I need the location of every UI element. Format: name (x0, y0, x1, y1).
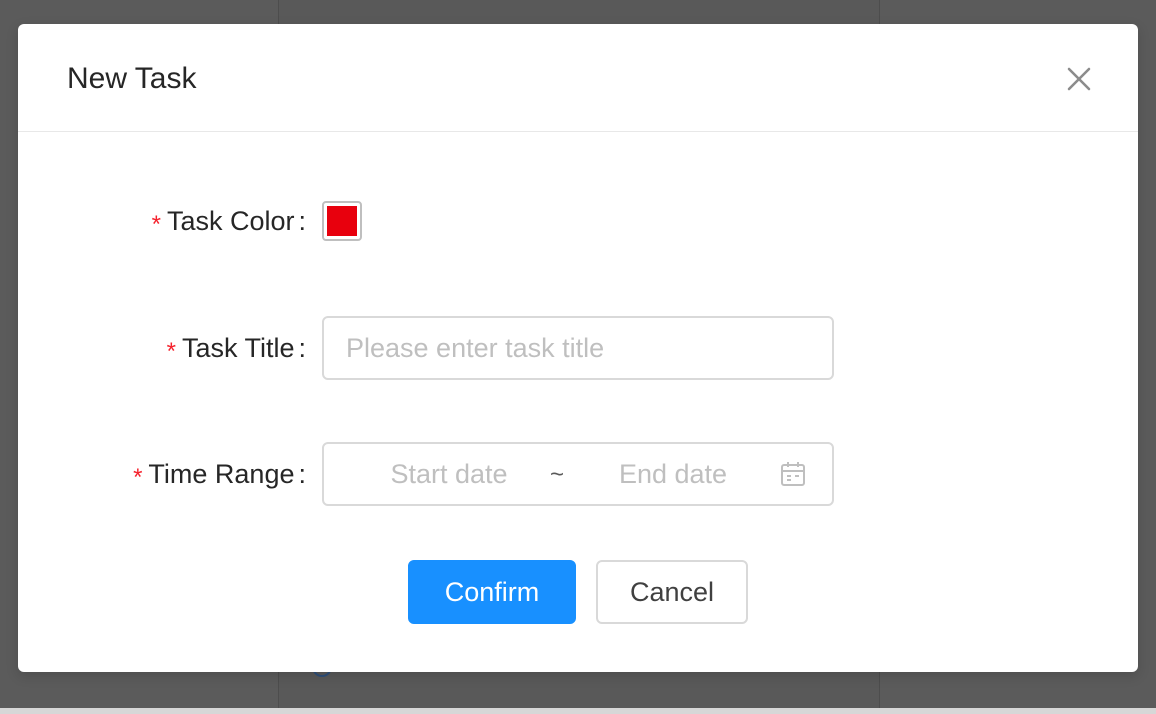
time-range-label-text: Time Range (148, 459, 295, 489)
task-color-swatch (327, 206, 357, 236)
new-task-modal: New Task *Task Color: *Task Title: *Time… (18, 24, 1138, 672)
end-date-input[interactable]: End date (588, 444, 758, 504)
background-bottom-bar (0, 708, 1156, 714)
start-date-input[interactable]: Start date (364, 444, 534, 504)
modal-header: New Task (18, 24, 1138, 132)
required-mark: * (166, 338, 176, 365)
task-title-input[interactable] (322, 316, 834, 380)
label-colon: : (298, 333, 306, 363)
required-mark: * (133, 464, 143, 491)
required-mark: * (151, 211, 161, 238)
task-color-label-text: Task Color (166, 206, 295, 236)
task-title-label-text: Task Title (181, 333, 295, 363)
confirm-button[interactable]: Confirm (408, 560, 576, 624)
time-range-label: * Time Range: (133, 442, 306, 506)
label-colon: : (298, 459, 306, 489)
task-color-row: * Task Color: (18, 189, 1138, 253)
task-title-label: * Task Title: (167, 316, 306, 380)
close-button[interactable] (1064, 64, 1094, 94)
task-color-picker[interactable] (322, 201, 362, 241)
calendar-icon (781, 462, 805, 486)
range-separator: ~ (550, 461, 565, 488)
task-color-label: * Task Color: (152, 189, 306, 253)
label-colon: : (298, 206, 306, 236)
time-range-picker[interactable]: Start date ~ End date (322, 442, 834, 506)
close-icon (1067, 67, 1091, 91)
modal-title: New Task (67, 62, 197, 95)
cancel-button[interactable]: Cancel (596, 560, 748, 624)
